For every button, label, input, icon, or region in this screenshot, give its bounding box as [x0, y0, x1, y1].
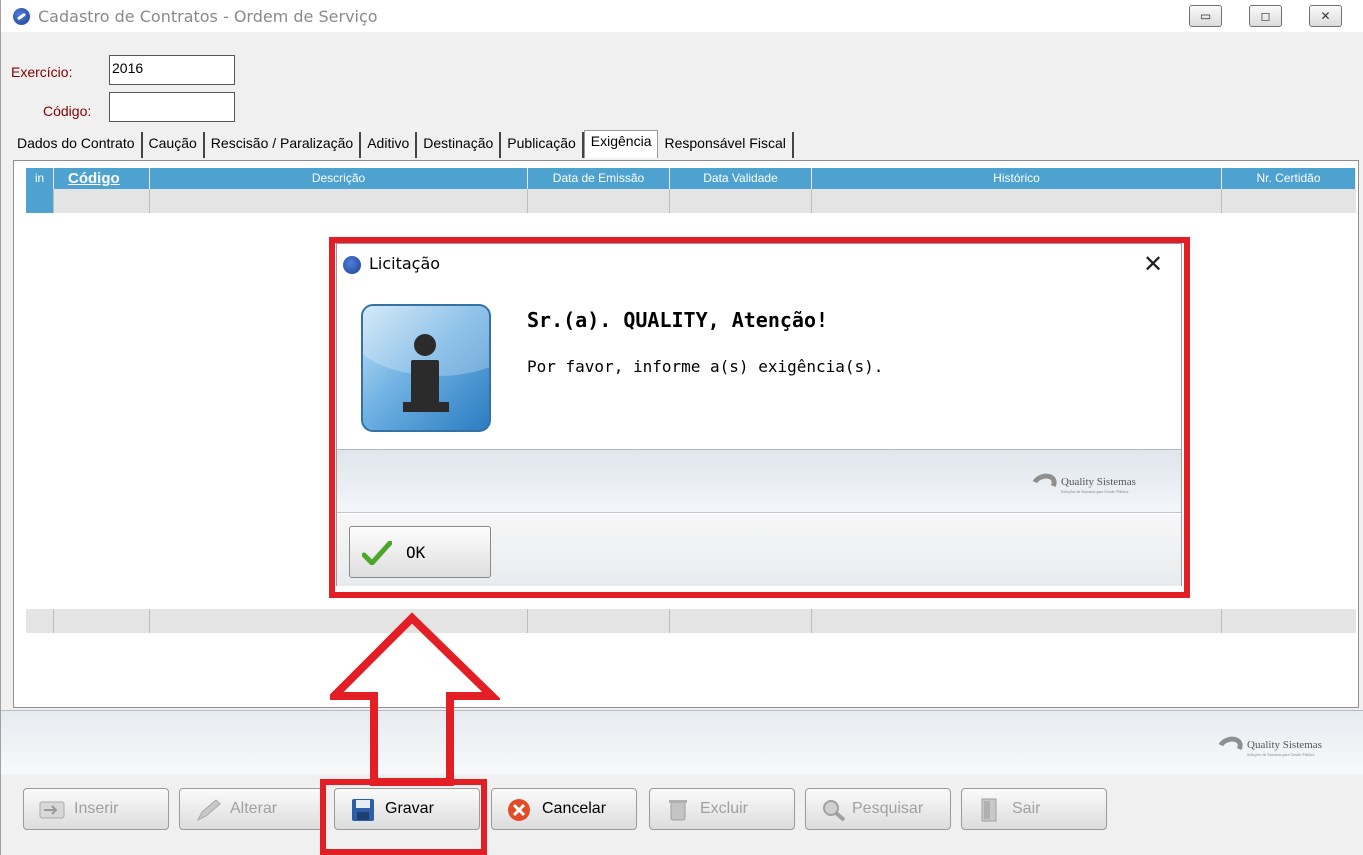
- dialog-brand-tagline: Soluções de Sistemas para Gestão Pública: [1061, 489, 1129, 494]
- info-icon: [361, 304, 491, 432]
- col-data-validade[interactable]: Data Validade: [670, 168, 812, 189]
- col-codigo[interactable]: Código: [54, 168, 150, 189]
- dialog-message: Por favor, informe a(s) exigência(s).: [527, 357, 884, 376]
- window-title: Cadastro de Contratos - Ordem de Serviço: [38, 7, 378, 26]
- exercicio-field[interactable]: 2016: [109, 55, 235, 85]
- close-window-button[interactable]: ✕: [1309, 5, 1342, 27]
- col-data-emissao[interactable]: Data de Emissão: [528, 168, 670, 189]
- save-icon: [352, 799, 374, 821]
- title-bar: Cadastro de Contratos - Ordem de Serviço…: [1, 0, 1363, 32]
- grid-footer-row: [26, 609, 1356, 633]
- tab-exigencia[interactable]: Exigência: [583, 130, 659, 158]
- col-descricao[interactable]: Descrição: [150, 168, 528, 189]
- inserir-label: Inserir: [74, 800, 119, 817]
- action-button-bar: Inserir Alterar Gravar Cancelar Excluir …: [1, 774, 1363, 855]
- brand-swoosh-icon: [1214, 733, 1246, 761]
- ok-label: OK: [406, 543, 426, 562]
- dialog-brand-name: Quality Sistemas: [1061, 476, 1136, 488]
- tab-destinacao[interactable]: Destinação: [417, 132, 502, 158]
- insert-icon: [39, 801, 65, 819]
- licitacao-dialog: Licitação ✕ Sr.(a). QUALITY, Atenção! Po…: [336, 243, 1182, 586]
- exit-door-icon: [981, 798, 997, 822]
- alterar-button[interactable]: Alterar: [179, 788, 325, 830]
- search-icon: [823, 800, 846, 822]
- minimize-button[interactable]: ▭: [1189, 5, 1222, 27]
- app-logo-icon: [13, 8, 30, 25]
- alterar-label: Alterar: [230, 800, 278, 817]
- cancelar-button[interactable]: Cancelar: [491, 788, 637, 830]
- tab-dados-do-contrato[interactable]: Dados do Contrato: [11, 132, 143, 158]
- gravar-label: Gravar: [385, 800, 434, 817]
- dialog-quality-sistemas-logo: Quality Sistemas Soluções de Sistemas pa…: [1028, 470, 1171, 498]
- gravar-button[interactable]: Gravar: [334, 788, 480, 830]
- maximize-button[interactable]: ◻: [1249, 5, 1282, 27]
- excluir-label: Excluir: [700, 800, 749, 817]
- brand-tagline: Soluções de Sistemas para Gestão Pública: [1247, 752, 1315, 757]
- tab-strip: Dados do Contrato Caução Rescisão / Para…: [11, 130, 794, 158]
- dialog-brand-band: Quality Sistemas Soluções de Sistemas pa…: [337, 449, 1181, 513]
- col-nr-certidao[interactable]: Nr. Certidão: [1222, 168, 1356, 189]
- codigo-label: Código:: [43, 103, 92, 119]
- cancelar-label: Cancelar: [542, 800, 607, 817]
- pesquisar-label: Pesquisar: [852, 800, 924, 817]
- tab-publicacao[interactable]: Publicação: [501, 132, 584, 158]
- tab-rescisao[interactable]: Rescisão / Paralização: [205, 132, 362, 158]
- footer-band: Quality Sistemas Soluções de Sistemas pa…: [1, 710, 1363, 774]
- col-historico[interactable]: Histórico: [812, 168, 1222, 189]
- sair-label: Sair: [1012, 800, 1041, 817]
- checkmark-icon: [362, 541, 392, 565]
- tab-responsavel-fiscal[interactable]: Responsável Fiscal: [658, 132, 794, 158]
- inserir-button[interactable]: Inserir: [23, 788, 169, 830]
- trash-icon: [669, 800, 687, 821]
- pencil-icon: [196, 799, 221, 822]
- dialog-app-logo-icon: [343, 256, 361, 274]
- dialog-heading: Sr.(a). QUALITY, Atenção!: [527, 308, 829, 332]
- cancel-icon: [508, 799, 530, 821]
- ok-button[interactable]: OK: [349, 526, 491, 578]
- table-row[interactable]: [26, 189, 1356, 213]
- codigo-field[interactable]: [109, 92, 235, 122]
- exercicio-label: Exercício:: [11, 64, 73, 80]
- brand-name: Quality Sistemas: [1247, 739, 1322, 751]
- tab-caucao[interactable]: Caução: [143, 132, 205, 158]
- dialog-brand-swoosh-icon: [1028, 470, 1060, 498]
- tab-aditivo[interactable]: Aditivo: [361, 132, 418, 158]
- dialog-close-button[interactable]: ✕: [1143, 250, 1163, 278]
- excluir-button[interactable]: Excluir: [649, 788, 795, 830]
- quality-sistemas-logo: Quality Sistemas Soluções de Sistemas pa…: [1214, 733, 1357, 761]
- col-in[interactable]: in: [26, 168, 54, 189]
- pesquisar-button[interactable]: Pesquisar: [805, 788, 951, 830]
- dialog-footer: OK: [337, 514, 1181, 586]
- grid-header: in Código Descrição Data de Emissão Data…: [26, 168, 1356, 189]
- sair-button[interactable]: Sair: [961, 788, 1107, 830]
- dialog-title: Licitação: [369, 254, 441, 273]
